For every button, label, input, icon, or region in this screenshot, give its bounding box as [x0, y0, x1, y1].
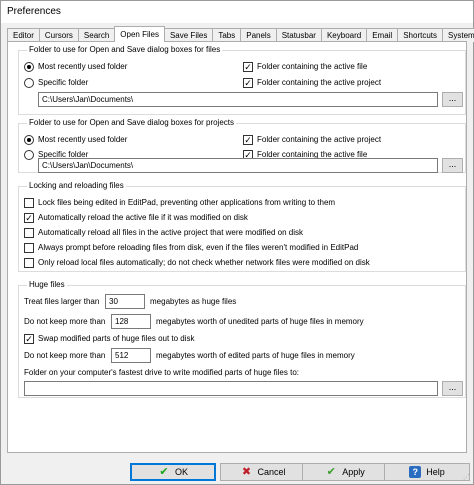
ok-button-label: OK [174, 467, 188, 477]
ok-button[interactable]: ✔ OK [130, 463, 216, 481]
files-folder-path-input[interactable]: C:\Users\Jan\Documents\ [38, 92, 438, 107]
open-files-panel: Folder to use for Open and Save dialog b… [7, 41, 467, 453]
files-folder-group: Folder to use for Open and Save dialog b… [18, 45, 466, 115]
question-icon: ? [409, 466, 422, 478]
files-active-project-checkbox[interactable]: ✓ [243, 78, 253, 88]
tab-open-files[interactable]: Open Files [114, 26, 165, 42]
files-browse-button[interactable]: ... [442, 92, 463, 107]
files-active-file-checkbox[interactable]: ✓ [243, 62, 253, 72]
tab-editor[interactable]: Editor [7, 28, 40, 42]
reload-project-files-checkbox[interactable] [24, 228, 34, 238]
swap-to-disk-label: Swap modified parts of huge files out to… [38, 334, 195, 343]
files-active-file-label: Folder containing the active file [257, 62, 368, 71]
resize-grip-icon[interactable]: ⋰ [463, 474, 471, 482]
tab-strip: Editor Cursors Search Open Files Save Fi… [7, 26, 474, 42]
apply-button[interactable]: ✔ Apply [302, 463, 388, 481]
reload-active-file-checkbox[interactable]: ✓ [24, 213, 34, 223]
always-prompt-checkbox[interactable] [24, 243, 34, 253]
treat-files-prefix: Treat files larger than [24, 297, 100, 306]
files-active-project-label: Folder containing the active project [257, 78, 382, 87]
edited-suffix: megabytes worth of edited parts of huge … [156, 351, 355, 360]
projects-active-project-checkbox[interactable]: ✓ [243, 135, 253, 145]
window-title: Preferences [7, 6, 61, 17]
tab-statusbar[interactable]: Statusbar [275, 28, 322, 42]
files-most-recent-label: Most recently used folder [38, 62, 128, 71]
edited-memory-input[interactable]: 512 [111, 348, 151, 363]
projects-active-project-label: Folder containing the active project [257, 135, 382, 144]
tab-save-files[interactable]: Save Files [163, 28, 214, 42]
check-icon: ✔ [159, 466, 169, 478]
huge-files-group-title: Huge files [27, 280, 67, 290]
tab-keyboard[interactable]: Keyboard [320, 28, 368, 42]
lock-files-label: Lock files being edited in EditPad, prev… [38, 198, 336, 207]
tab-search[interactable]: Search [77, 28, 116, 42]
swap-to-disk-checkbox[interactable]: ✓ [24, 334, 34, 344]
huge-files-group: Huge files Treat files larger than 30 me… [18, 280, 466, 398]
tab-system[interactable]: System [442, 28, 474, 42]
files-specific-folder-label: Specific folder [38, 78, 89, 87]
always-prompt-label: Always prompt before reloading files fro… [38, 243, 359, 252]
unedited-memory-input[interactable]: 128 [111, 314, 151, 329]
tab-shortcuts[interactable]: Shortcuts [397, 28, 444, 42]
tab-tabs[interactable]: Tabs [212, 28, 242, 42]
files-folder-group-title: Folder to use for Open and Save dialog b… [27, 45, 223, 55]
cross-icon: ✖ [241, 466, 252, 478]
local-files-only-label: Only reload local files automatically; d… [38, 258, 370, 267]
projects-folder-group-title: Folder to use for Open and Save dialog b… [27, 118, 237, 128]
tab-email[interactable]: Email [366, 28, 399, 42]
preferences-window: Preferences Editor Cursors Search Open F… [0, 0, 474, 485]
swap-folder-label: Folder on your computer's fastest drive … [24, 368, 299, 377]
unedited-suffix: megabytes worth of unedited parts of hug… [156, 317, 364, 326]
treat-files-suffix: megabytes as huge files [150, 297, 237, 306]
swap-folder-browse-button[interactable]: ... [442, 381, 463, 396]
cancel-button-label: Cancel [257, 467, 286, 477]
title-bar: Preferences [1, 1, 473, 23]
local-files-only-checkbox[interactable] [24, 258, 34, 268]
swap-folder-input[interactable] [24, 381, 438, 396]
projects-folder-group: Folder to use for Open and Save dialog b… [18, 118, 466, 173]
projects-browse-button[interactable]: ... [442, 158, 463, 173]
unedited-prefix: Do not keep more than [24, 317, 106, 326]
apply-button-label: Apply [342, 467, 365, 477]
huge-threshold-input[interactable]: 30 [105, 294, 145, 309]
files-specific-folder-radio[interactable] [24, 78, 34, 88]
locking-reloading-group: Locking and reloading files Lock files b… [18, 181, 466, 272]
projects-most-recent-label: Most recently used folder [38, 135, 128, 144]
projects-folder-path-input[interactable]: C:\Users\Jan\Documents\ [38, 158, 438, 173]
reload-project-files-label: Automatically reload all files in the ac… [38, 228, 304, 237]
help-button[interactable]: ? Help [384, 463, 470, 481]
tab-cursors[interactable]: Cursors [38, 28, 79, 42]
edited-prefix: Do not keep more than [24, 351, 106, 360]
locking-group-title: Locking and reloading files [27, 181, 126, 191]
projects-most-recent-radio[interactable] [24, 135, 34, 145]
reload-active-file-label: Automatically reload the active file if … [38, 213, 248, 222]
lock-files-checkbox[interactable] [24, 198, 34, 208]
tab-panels[interactable]: Panels [240, 28, 277, 42]
files-most-recent-radio[interactable] [24, 62, 34, 72]
check-icon: ✔ [326, 466, 336, 478]
projects-specific-folder-radio[interactable] [24, 150, 34, 160]
cancel-button[interactable]: ✖ Cancel [220, 463, 306, 481]
help-button-label: Help [426, 467, 445, 477]
